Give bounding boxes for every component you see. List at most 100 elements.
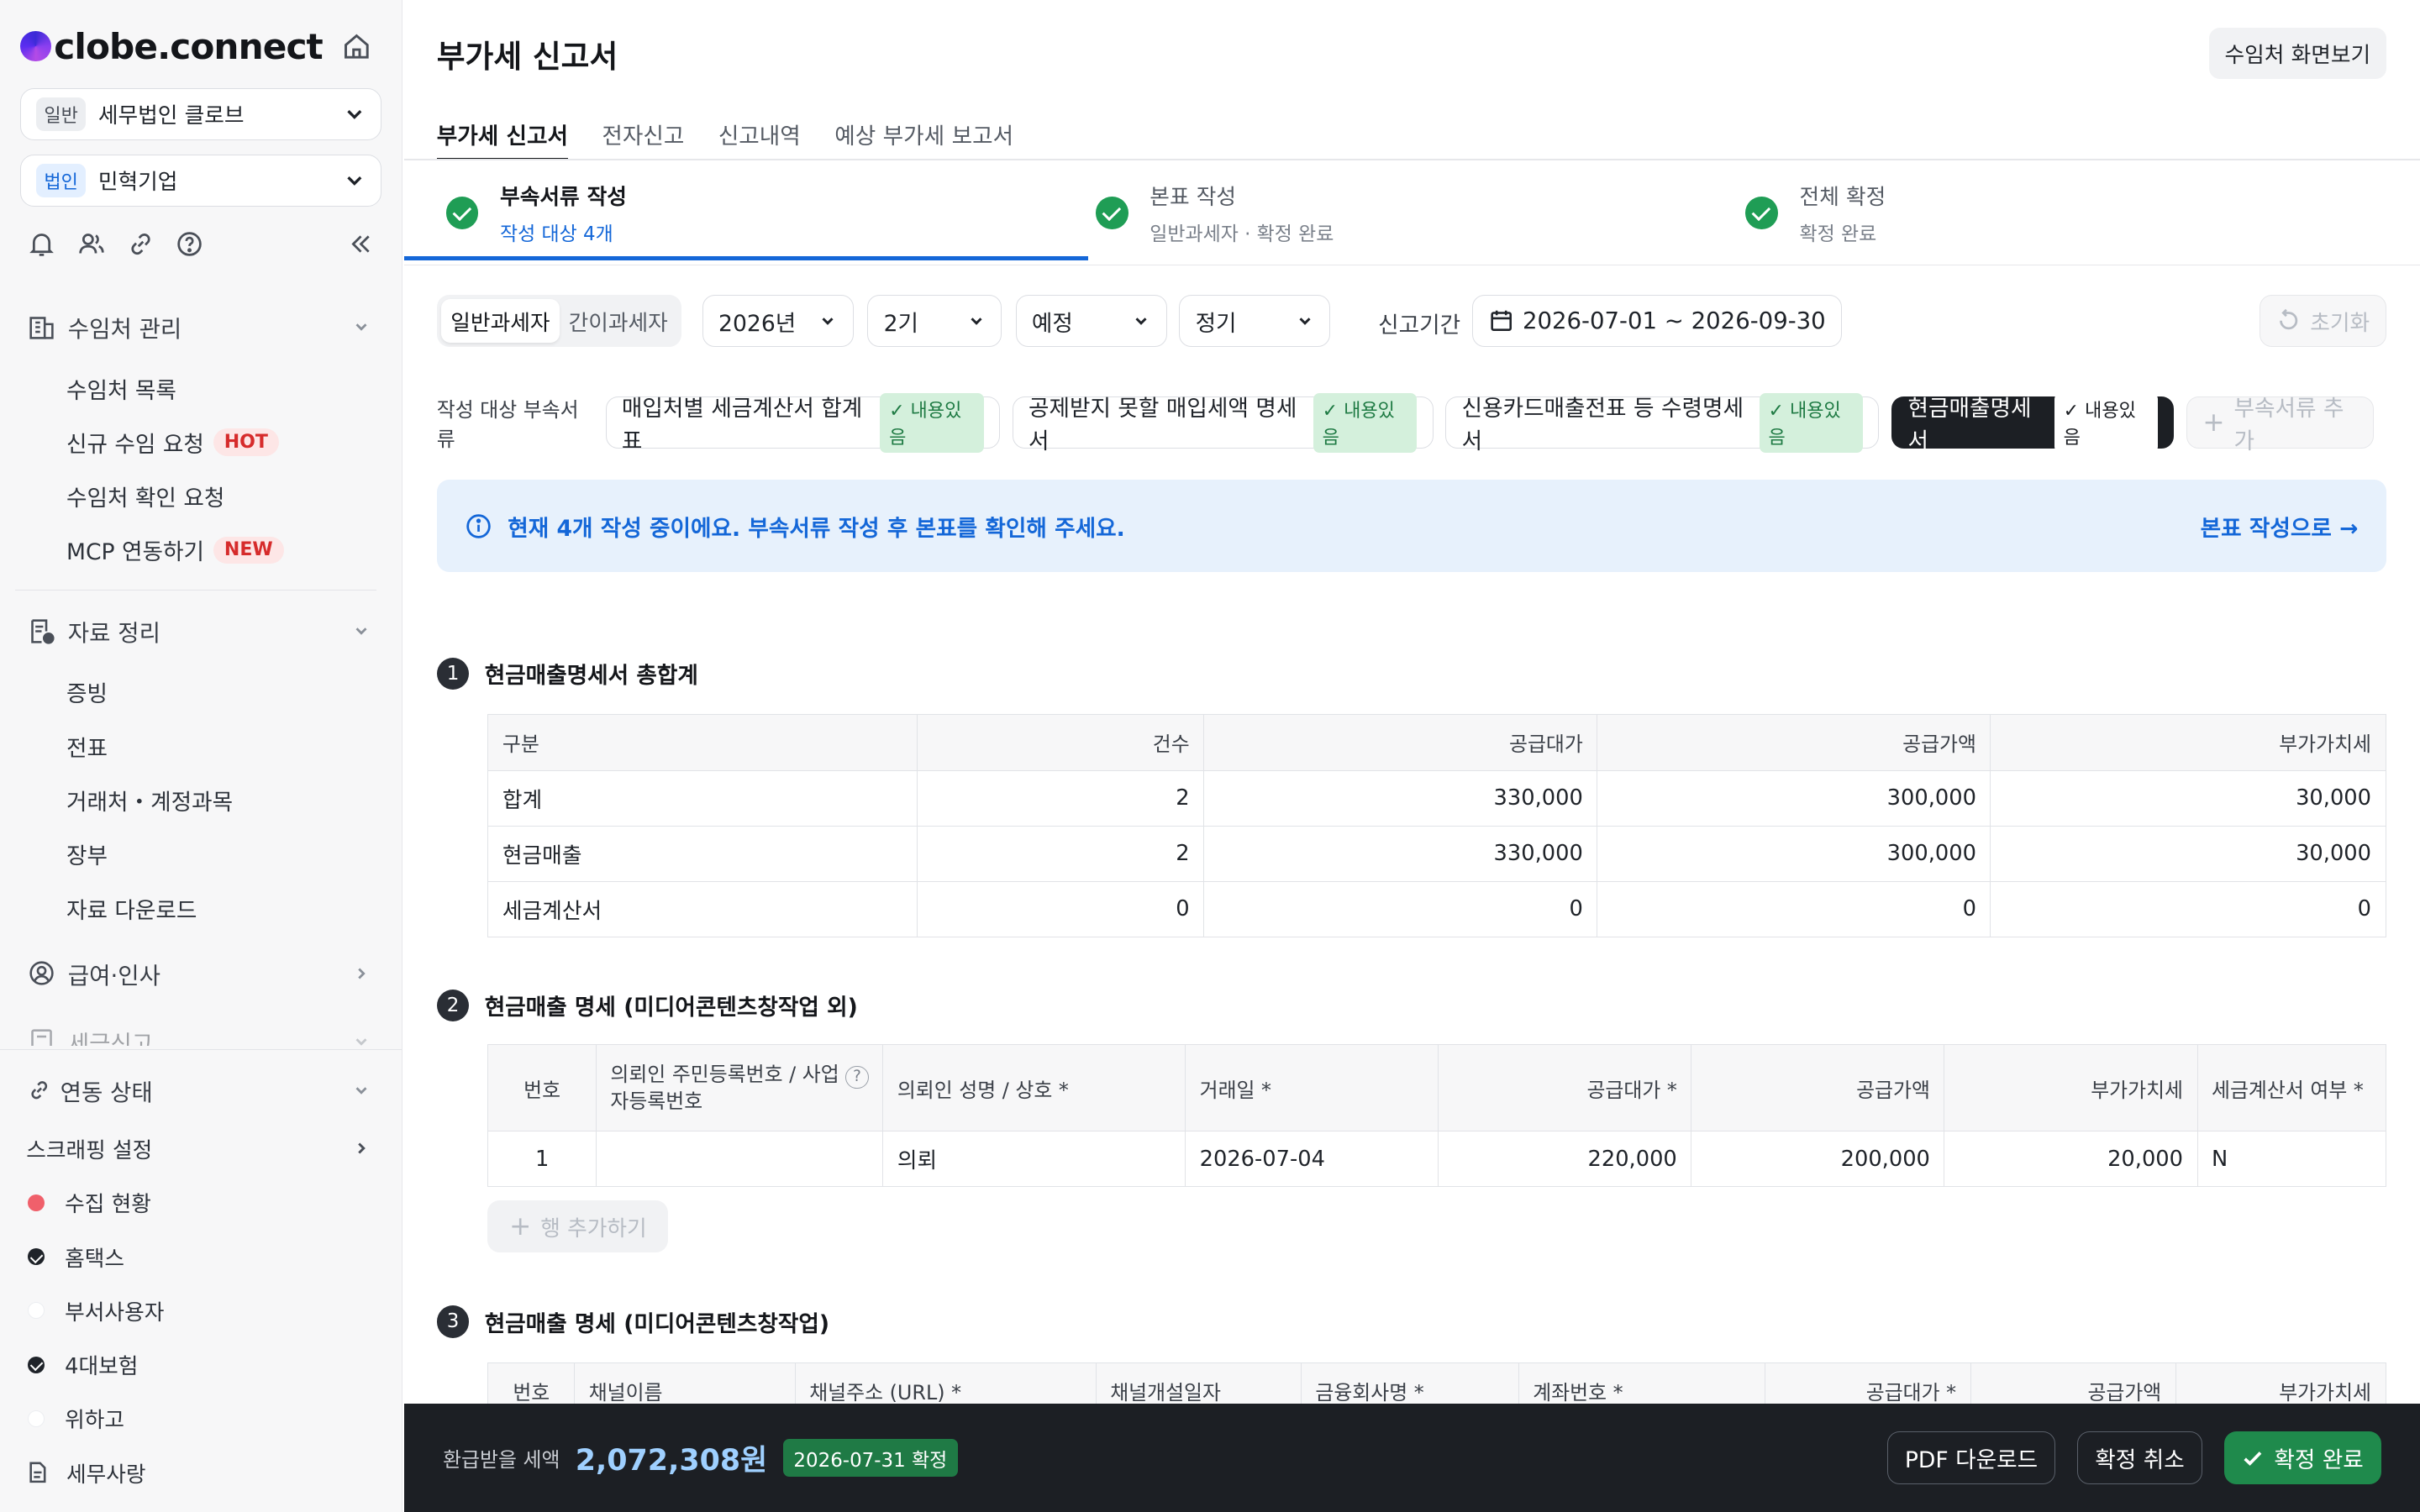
section-number: 1: [436, 657, 470, 690]
info-banner-text: 현재 4개 작성 중이에요. 부속서류 작성 후 본표를 확인해 주세요.: [508, 515, 1125, 542]
doc-chip-nondeductible[interactable]: 공제받지 못할 매입세액 명세서 ✓ 내용있음: [1012, 392, 1434, 454]
column-header: 부가가치세: [1990, 714, 2386, 771]
sidebar-toolbar: [28, 228, 375, 260]
collapse-sidebar-icon[interactable]: [347, 230, 375, 258]
nav-section-tax[interactable]: 세금신고: [28, 1021, 371, 1047]
sidebar-nav: 수임처 관리 수임처 목록 신규 수임 요청 HOT 수임처 확인 요청 MCP …: [0, 293, 402, 1047]
sync-item-label: 위하고: [65, 1408, 125, 1434]
doc-chip-purchase-invoice[interactable]: 매입처별 세금계산서 합계표 ✓ 내용있음: [605, 392, 1000, 454]
org-select[interactable]: 일반 세무법인 클로브: [19, 87, 381, 141]
chevron-down-icon: [355, 323, 367, 332]
sync-item-collection[interactable]: 수집 현황: [28, 1186, 371, 1220]
status-badge: ✓ 내용있음: [2054, 392, 2158, 453]
complete-confirm-button[interactable]: 확정 완료: [2223, 1431, 2382, 1484]
filing-kind-select[interactable]: 정기: [1179, 294, 1331, 348]
sidebar-item-label: 거래처・계정과목: [66, 790, 234, 816]
table-row: 1 의뢰 2026-07-04 220,000 200,000 20,000 N: [487, 1131, 2386, 1188]
pdf-download-button[interactable]: PDF 다운로드: [1886, 1431, 2056, 1484]
view-client-button[interactable]: 수임처 화면보기: [2209, 28, 2386, 79]
sidebar-item-evidence[interactable]: 증빙: [66, 675, 108, 708]
client-select[interactable]: 법인 민혁기업: [19, 154, 381, 207]
filing-type-select[interactable]: 예정: [1015, 294, 1167, 348]
sync-item-semusarang[interactable]: 세무사랑: [28, 1456, 371, 1489]
reset-label: 초기화: [2310, 310, 2370, 336]
sidebar-item-confirm-request[interactable]: 수임처 확인 요청: [66, 480, 224, 512]
toggle-simple-taxpayer[interactable]: 간이과세자: [560, 299, 677, 342]
period-label: 신고기간: [1378, 312, 1461, 339]
table-cell: 세금계산서: [487, 880, 918, 937]
sidebar-item-mcp[interactable]: MCP 연동하기 NEW: [66, 533, 284, 566]
cancel-confirm-button[interactable]: 확정 취소: [2077, 1431, 2202, 1484]
step-main-form[interactable]: 본표 작성 일반과세자 · 확정 완료: [1096, 160, 1334, 265]
users-icon[interactable]: [77, 230, 105, 258]
sidebar-item-label: 수임처 확인 요청: [66, 486, 225, 512]
term-select[interactable]: 2기: [867, 294, 1002, 348]
sync-item-wehago[interactable]: 위하고: [28, 1402, 371, 1436]
chevron-down-icon: [1135, 318, 1147, 325]
home-icon[interactable]: [341, 31, 372, 62]
term-value: 2기: [883, 310, 918, 337]
add-row-label: 행 추가하기: [540, 1215, 647, 1242]
check-circle-icon: [1096, 197, 1128, 229]
scraping-settings[interactable]: 스크래핑 설정: [26, 1131, 371, 1165]
column-header: 부가가치세: [1944, 1044, 2198, 1132]
date-range-picker[interactable]: 2026-07-01 ~ 2026-09-30: [1472, 294, 1843, 348]
help-icon[interactable]: ?: [845, 1065, 869, 1089]
section-title: 3 현금매출 명세 (미디어콘텐츠창작업): [436, 1305, 829, 1338]
check-icon: [2244, 1451, 2262, 1466]
doc-chip-cash-sales[interactable]: 현금매출명세서 ✓ 내용있음: [1891, 392, 2175, 454]
sync-status-header[interactable]: 연동 상태: [28, 1070, 371, 1110]
tab-filing-history[interactable]: 신고내역: [718, 118, 801, 160]
step-confirm-all[interactable]: 전체 확정 확정 완료: [1745, 160, 1886, 265]
file-icon: [29, 1462, 46, 1483]
table-row: 합계 2 330,000 300,000 30,000: [487, 769, 2386, 827]
sidebar-item-ledger[interactable]: 장부: [66, 837, 108, 870]
transaction-date-input[interactable]: 2026-07-04: [1185, 1131, 1439, 1188]
bell-icon[interactable]: [28, 230, 55, 258]
doc-chip-credit-card[interactable]: 신용카드매출전표 등 수령명세서 ✓ 내용있음: [1445, 392, 1880, 454]
toggle-general-taxpayer[interactable]: 일반과세자: [441, 299, 560, 343]
nav-section-label: 자료 정리: [67, 620, 160, 648]
client-name: 민혁기업: [97, 170, 178, 196]
sidebar-item-slip[interactable]: 전표: [66, 730, 108, 763]
sync-status-title: 연동 상태: [60, 1079, 153, 1106]
add-attachment-button[interactable]: + 부속서류 추가: [2186, 396, 2374, 454]
reset-button[interactable]: 초기화: [2260, 294, 2386, 348]
nav-section-data[interactable]: 자료 정리: [28, 611, 371, 651]
help-icon[interactable]: [176, 230, 203, 258]
client-name-input[interactable]: 의뢰: [882, 1131, 1186, 1188]
tab-vat-return[interactable]: 부가세 신고서: [436, 118, 569, 160]
sync-item-dept-user[interactable]: 부서사용자: [28, 1294, 371, 1327]
add-row-button[interactable]: + 행 추가하기: [487, 1200, 669, 1253]
nav-section-payroll[interactable]: 급여·인사: [28, 953, 371, 994]
nav-section-clients[interactable]: 수임처 관리: [28, 307, 371, 347]
go-to-main-form-link[interactable]: 본표 작성으로 →: [2201, 510, 2359, 543]
sidebar-item-download[interactable]: 자료 다운로드: [66, 892, 197, 925]
table-header-row: 번호 ? 의뢰인 주민등록번호 / 사업자등록번호 의뢰인 성명 / 상호 * 거…: [487, 1044, 2386, 1132]
column-header: 공급대가: [1203, 714, 1598, 771]
step-attachments[interactable]: 부속서류 작성 작성 대상 4개: [445, 160, 627, 265]
invoice-flag-select[interactable]: N: [2196, 1131, 2386, 1188]
year-select[interactable]: 2026년: [702, 294, 854, 348]
sync-item-insurance[interactable]: 4대보험: [28, 1347, 371, 1381]
sidebar-item-accounts[interactable]: 거래처・계정과목: [66, 784, 233, 816]
tab-e-filing[interactable]: 전자신고: [602, 118, 684, 160]
org-name: 세무법인 클로브: [97, 103, 245, 129]
chevron-down-icon: [355, 1038, 367, 1046]
supply-total-input[interactable]: 220,000: [1438, 1131, 1692, 1188]
step-progress-indicator: [404, 255, 1088, 261]
table-cell: 0: [1203, 880, 1598, 937]
sync-item-hometax[interactable]: 홈택스: [28, 1240, 371, 1273]
logo[interactable]: clobe.connect: [19, 22, 381, 71]
link-icon[interactable]: [127, 230, 155, 258]
page-title: 부가세 신고서: [436, 38, 618, 75]
status-badge: ✓ 내용있음: [1313, 392, 1418, 453]
sidebar-item-new-request[interactable]: 신규 수임 요청 HOT: [66, 426, 279, 459]
table-cell: 30,000: [1990, 769, 2386, 827]
check-circle-icon: [445, 197, 479, 229]
client-id-input[interactable]: [595, 1131, 884, 1188]
tab-estimated-vat-report[interactable]: 예상 부가세 보고서: [834, 118, 1013, 160]
sidebar-item-client-list[interactable]: 수임처 목록: [66, 372, 176, 405]
sidebar-item-label: 장부: [66, 843, 108, 870]
column-header: 의뢰인 성명 / 상호 *: [882, 1044, 1186, 1132]
